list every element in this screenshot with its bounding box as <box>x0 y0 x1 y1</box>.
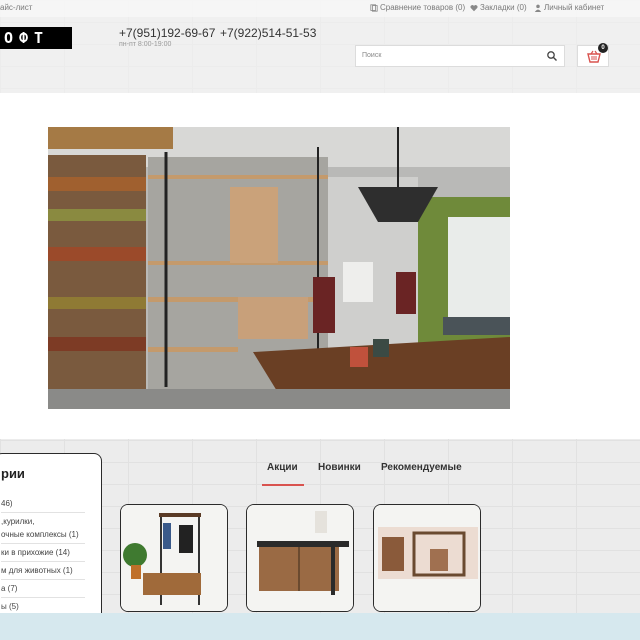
user-icon <box>534 4 542 12</box>
product-card[interactable] <box>246 504 354 612</box>
divider <box>1 597 85 598</box>
search-input[interactable]: Поиск <box>362 52 381 59</box>
compare-icon <box>370 3 378 12</box>
category-item[interactable]: ки в прихожие (14) <box>1 548 93 558</box>
search-icon[interactable] <box>546 50 558 62</box>
product-image <box>121 505 227 611</box>
category-item[interactable]: а (7) <box>1 584 93 594</box>
category-item[interactable]: ы (5) <box>1 602 93 612</box>
banner <box>0 93 640 439</box>
tab-recommended[interactable]: Рекомендуемые <box>381 462 462 473</box>
logo[interactable]: ОФТ <box>0 27 72 49</box>
cart-icon <box>587 50 601 63</box>
divider <box>1 579 85 580</box>
phone-1[interactable]: +7(951)192-69-67 <box>119 26 215 40</box>
product-card[interactable] <box>373 504 481 612</box>
categories-sidebar: рии 46) ,курилки, очные комплексы (1) ки… <box>0 453 102 633</box>
footer-band <box>0 613 640 640</box>
logo-text: ОФТ <box>4 29 50 47</box>
compare-link[interactable]: Сравнение товаров (0) <box>370 3 465 12</box>
account-label: Личный кабинет <box>544 3 605 12</box>
search-box[interactable]: Поиск <box>355 45 565 67</box>
category-item[interactable]: 46) <box>1 499 93 509</box>
tab-sales[interactable]: Акции <box>267 462 298 473</box>
compare-label: Сравнение товаров (0) <box>380 3 466 12</box>
category-item[interactable]: м для животных (1) <box>1 566 93 576</box>
heart-icon <box>470 4 478 11</box>
product-image <box>374 505 480 611</box>
categories-title: рии <box>1 466 25 481</box>
product-card[interactable] <box>120 504 228 612</box>
banner-image[interactable] <box>48 127 510 409</box>
bookmarks-link[interactable]: Закладки (0) <box>470 3 527 12</box>
cart-button[interactable]: 0 <box>577 43 609 67</box>
category-item[interactable]: ,курилки, <box>1 517 93 527</box>
category-item[interactable]: очные комплексы (1) <box>1 530 93 540</box>
account-link[interactable]: Личный кабинет <box>534 3 604 12</box>
top-bar: айс-лист Сравнение товаров (0) Закладки … <box>0 0 640 17</box>
divider <box>1 561 85 562</box>
cart-count-badge: 0 <box>598 43 608 53</box>
product-image <box>247 505 353 611</box>
price-list-link[interactable]: айс-лист <box>0 3 32 12</box>
divider <box>1 543 85 544</box>
tab-new[interactable]: Новинки <box>318 462 361 473</box>
working-hours: пн-пт 8:00-19:00 <box>119 41 172 48</box>
phone-2[interactable]: +7(922)514-51-53 <box>220 26 316 40</box>
bookmarks-label: Закладки (0) <box>480 3 527 12</box>
active-tab-indicator <box>262 484 304 486</box>
divider <box>1 512 85 513</box>
